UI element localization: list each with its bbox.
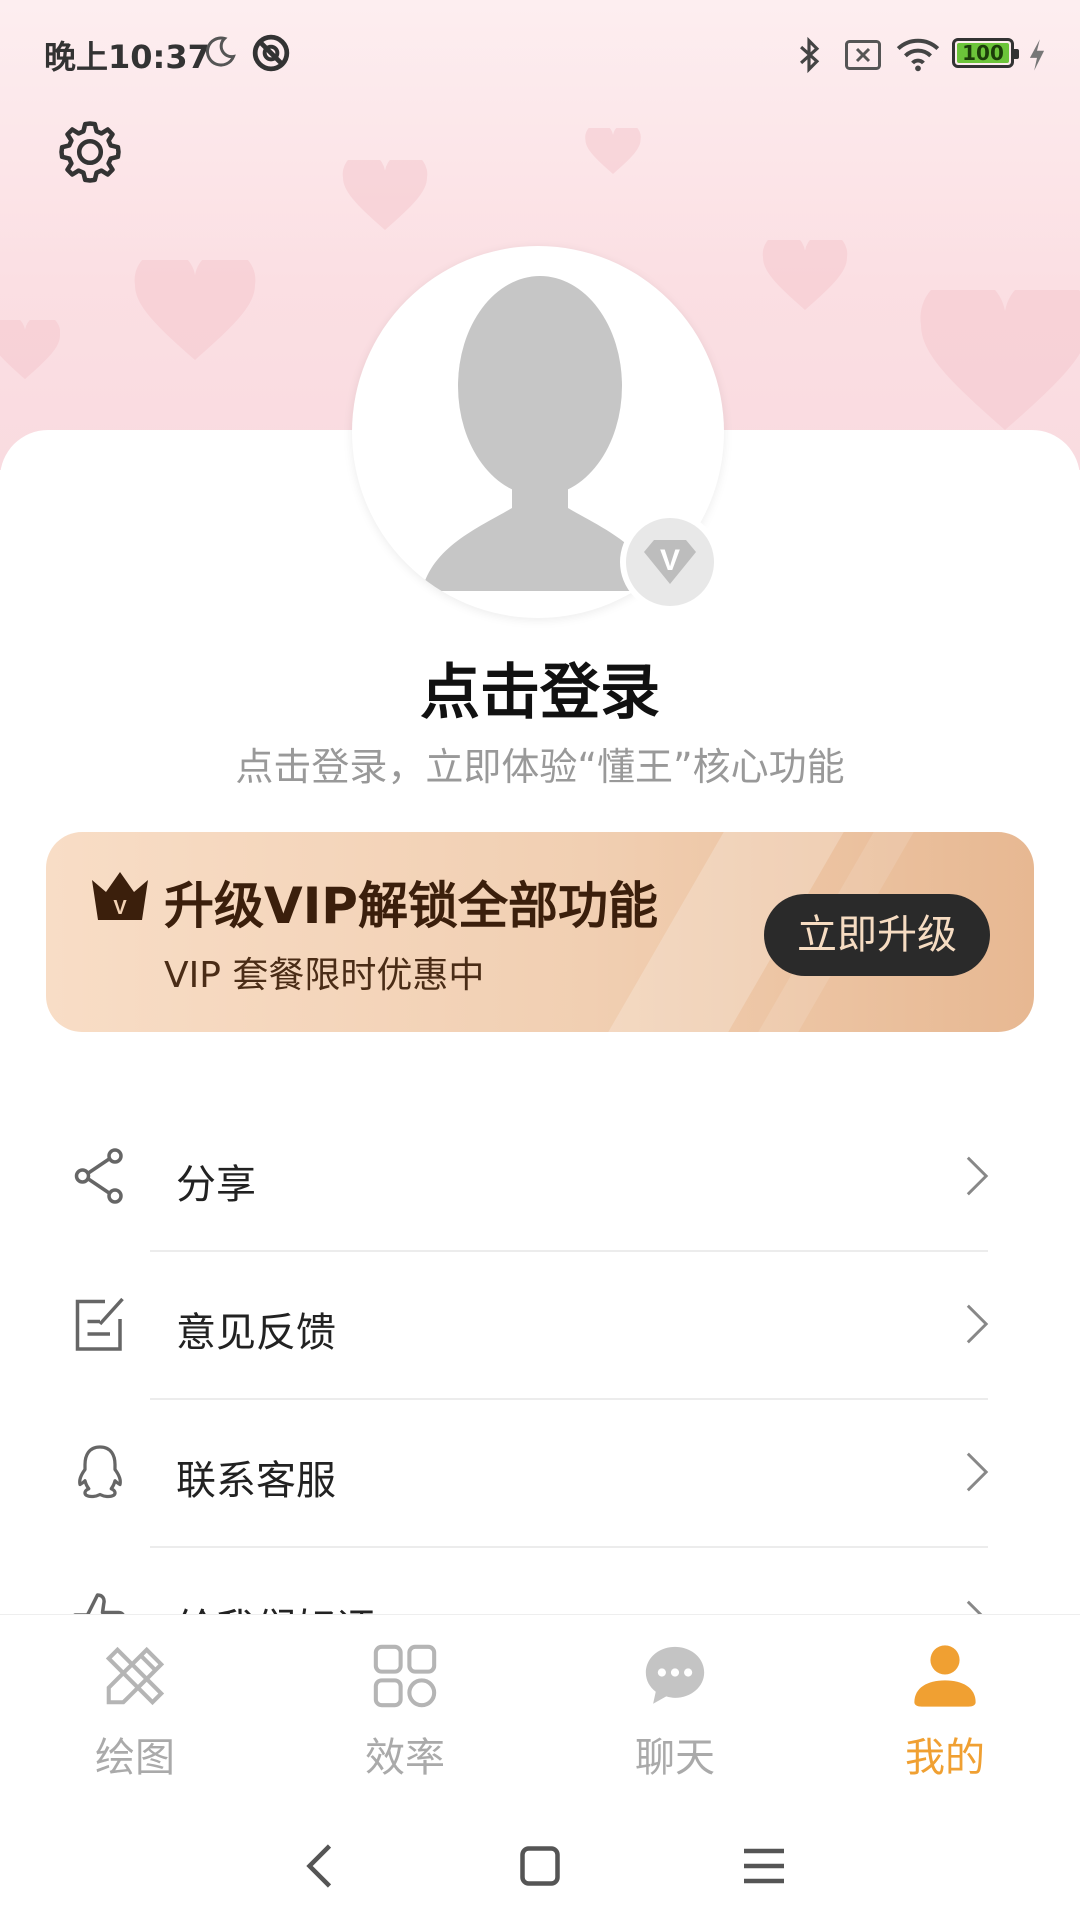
tab-label: 效率 bbox=[365, 1735, 445, 1781]
badge-letter: V bbox=[660, 544, 680, 577]
menu-item-label: 联系客服 bbox=[176, 1458, 336, 1504]
diamond-v-icon: V bbox=[644, 540, 696, 584]
vip-title: 升级VIP解锁全部功能 bbox=[164, 877, 658, 935]
upgrade-now-button[interactable]: 立即升级 bbox=[764, 894, 990, 976]
chevron-right-icon bbox=[966, 1304, 989, 1344]
feedback-icon bbox=[75, 1297, 124, 1351]
menu-item-contact-service[interactable]: 联系客服 bbox=[0, 1400, 1080, 1546]
heart-decoration-icon bbox=[0, 320, 60, 380]
sim-off-icon bbox=[845, 40, 881, 70]
chevron-right-icon bbox=[966, 1600, 983, 1614]
tab-label: 聊天 bbox=[635, 1735, 715, 1781]
menu-icon[interactable] bbox=[734, 1836, 794, 1896]
thumbs-up-icon bbox=[73, 1593, 125, 1614]
menu-item-label: 意见反馈 bbox=[176, 1310, 336, 1356]
pencil-ruler-icon bbox=[105, 1646, 165, 1706]
wifi-icon bbox=[896, 38, 940, 72]
chat-icon bbox=[645, 1646, 705, 1704]
bottom-tab-bar: 绘图 效率 聊天 我的 bbox=[0, 1614, 1080, 1815]
home-icon[interactable] bbox=[510, 1836, 570, 1896]
heart-decoration-icon bbox=[585, 128, 641, 174]
tab-label: 绘图 bbox=[95, 1735, 175, 1781]
status-time: 晚上10:37 bbox=[44, 38, 210, 76]
tab-draw[interactable]: 绘图 bbox=[0, 1615, 270, 1795]
system-nav-bar bbox=[0, 1814, 1080, 1920]
menu-item-share[interactable]: 分享 bbox=[0, 1104, 1080, 1250]
tab-label: 我的 bbox=[905, 1735, 985, 1781]
menu-item-label: 给我们好评 bbox=[176, 1596, 376, 1614]
person-icon bbox=[914, 1645, 976, 1707]
vip-subtitle: VIP 套餐限时优惠中 bbox=[164, 955, 485, 996]
charging-icon bbox=[1029, 39, 1045, 71]
chevron-right-icon bbox=[966, 1156, 989, 1196]
grid-icon bbox=[373, 1644, 437, 1708]
crown-icon: V bbox=[92, 872, 148, 920]
battery-icon: 100 bbox=[952, 38, 1019, 68]
gear-icon[interactable] bbox=[54, 116, 126, 188]
login-subtitle: 点击登录，立即体验“懂王”核心功能 bbox=[235, 745, 845, 789]
do-not-disturb-icon bbox=[252, 34, 290, 72]
back-icon[interactable] bbox=[292, 1836, 352, 1896]
vip-banner[interactable]: V 升级VIP解锁全部功能 VIP 套餐限时优惠中 立即升级 bbox=[46, 832, 1034, 1032]
bluetooth-icon bbox=[800, 36, 820, 74]
heart-decoration-icon bbox=[920, 290, 1080, 430]
status-bar: 晚上10:37 100 bbox=[0, 0, 1080, 110]
tab-chat[interactable]: 聊天 bbox=[540, 1615, 810, 1795]
menu-item-label: 分享 bbox=[176, 1162, 256, 1208]
login-title[interactable]: 点击登录 bbox=[0, 644, 1080, 731]
vip-badge: V bbox=[620, 512, 720, 612]
menu-item-rate-us[interactable]: 给我们好评 bbox=[0, 1548, 1080, 1614]
battery-level: 100 bbox=[962, 41, 1004, 65]
chevron-right-icon bbox=[966, 1452, 989, 1492]
tab-efficiency[interactable]: 效率 bbox=[270, 1615, 540, 1795]
moon-icon bbox=[205, 36, 236, 67]
menu-item-feedback[interactable]: 意见反馈 bbox=[0, 1252, 1080, 1398]
heart-decoration-icon bbox=[762, 240, 848, 310]
tab-mine[interactable]: 我的 bbox=[810, 1615, 1080, 1795]
qq-icon bbox=[78, 1445, 122, 1499]
crown-letter: V bbox=[113, 897, 127, 919]
heart-decoration-icon bbox=[134, 260, 256, 360]
share-icon bbox=[74, 1148, 123, 1204]
heart-decoration-icon bbox=[342, 160, 428, 230]
